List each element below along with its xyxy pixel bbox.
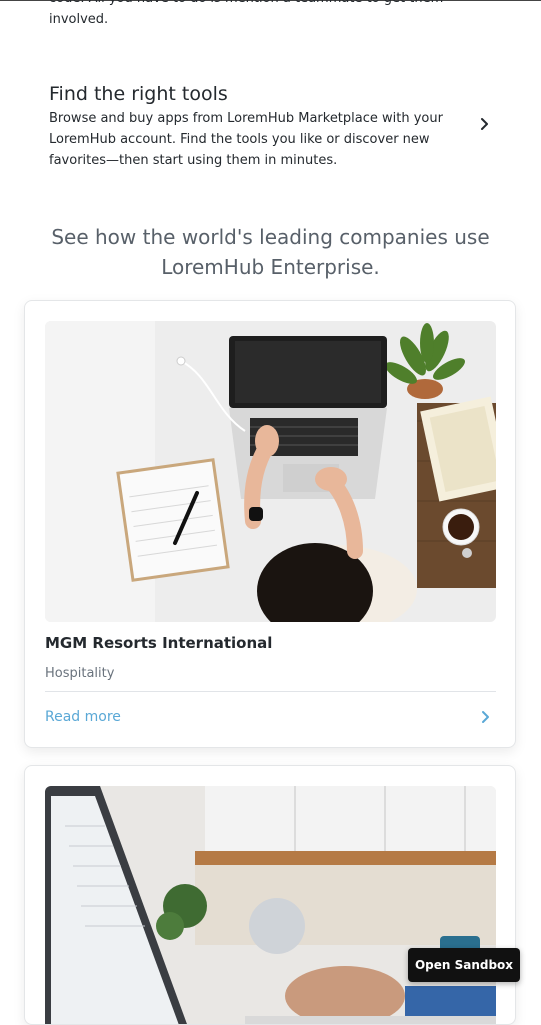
open-sandbox-button[interactable]: Open Sandbox	[408, 948, 520, 982]
company-name: MGM Resorts International	[45, 634, 273, 652]
find-tools-section[interactable]: Find the right tools Browse and buy apps…	[49, 82, 469, 171]
read-more-link[interactable]: Read more	[45, 706, 121, 728]
companies-heading: See how the world's leading companies us…	[51, 225, 490, 279]
laptop-office-photo	[45, 786, 496, 1024]
company-industry: Hospitality	[45, 666, 115, 681]
intro-line-2: involved.	[49, 12, 109, 27]
intro-text-tail: code. All you have to do is mention a te…	[49, 0, 449, 30]
customer-story-card[interactable]: MGM Resorts International Hospitality Re…	[24, 300, 516, 748]
customer-story-card[interactable]	[24, 765, 516, 1025]
chevron-right-icon[interactable]	[480, 709, 492, 725]
chevron-right-icon[interactable]	[478, 115, 492, 133]
intro-line-1: code. All you have to do is mention a te…	[49, 0, 449, 9]
card-divider	[45, 691, 496, 692]
find-tools-description: Browse and buy apps from LoremHub Market…	[49, 111, 443, 168]
find-tools-title: Find the right tools	[49, 83, 228, 105]
desk-laptop-photo	[45, 321, 496, 622]
